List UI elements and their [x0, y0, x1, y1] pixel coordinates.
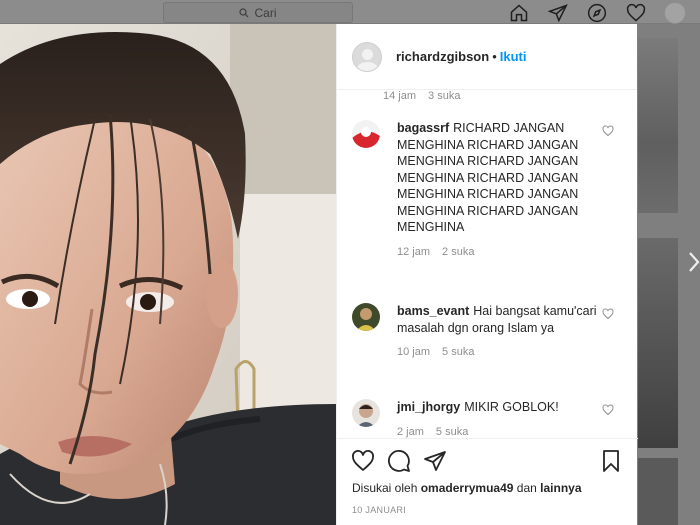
- commenter-username[interactable]: jmi_jhorgy: [397, 400, 460, 414]
- comment-time: 10 jam: [397, 346, 431, 358]
- search-placeholder: Cari: [254, 5, 277, 20]
- selfie-image: [0, 24, 336, 525]
- liked-by-summary: Disukai oleh omaderrymua49 dan lainnya: [352, 481, 582, 495]
- like-comment-heart-icon[interactable]: [602, 307, 614, 320]
- feed-thumbnail: [638, 458, 678, 525]
- comment-text-block: bams_evant Hai bangsat kamu'cari masalah …: [397, 303, 605, 336]
- search-icon: [239, 7, 249, 17]
- activity-heart-icon[interactable]: [625, 3, 647, 23]
- top-navigation-bar: Cari: [0, 0, 700, 24]
- commenter-username[interactable]: bagassrf: [397, 121, 449, 135]
- comment-likes[interactable]: 5 suka: [442, 346, 474, 358]
- list-item: bams_evant Hai bangsat kamu'cari masalah …: [352, 303, 624, 358]
- comment-likes[interactable]: 5 suka: [436, 426, 468, 438]
- home-icon[interactable]: [508, 3, 530, 23]
- follow-button[interactable]: Ikuti: [500, 49, 527, 64]
- save-bookmark-icon[interactable]: [599, 449, 623, 473]
- comment-bubble-icon[interactable]: [387, 449, 411, 473]
- post-date[interactable]: 10 JANUARI: [352, 505, 406, 515]
- post-header: richardzgibson • Ikuti: [337, 24, 637, 90]
- comment-time: 2 jam: [397, 425, 424, 438]
- post-photo: [0, 24, 336, 525]
- comment-time: 14 jam: [383, 90, 417, 102]
- commenter-avatar[interactable]: [352, 303, 380, 331]
- comments-list[interactable]: 14 jam 3 suka bagassrf RICHARD JANGAN MEN…: [337, 90, 638, 438]
- previous-comment-meta: 14 jam 3 suka: [383, 90, 460, 102]
- comment-text: MIKIR GOBLOK!: [464, 400, 559, 414]
- share-paper-plane-icon[interactable]: [423, 449, 447, 473]
- like-heart-icon[interactable]: [351, 449, 375, 473]
- liked-by-user[interactable]: omaderrymua49: [421, 481, 514, 495]
- comment-text: RICHARD JANGAN MENGHINA RICHARD JANGAN M…: [397, 121, 579, 234]
- list-item: bagassrf RICHARD JANGAN MENGHINA RICHARD …: [352, 120, 624, 258]
- post-actions: Disukai oleh omaderrymua49 dan lainnya 1…: [337, 438, 638, 525]
- author-username[interactable]: richardzgibson: [396, 49, 489, 64]
- comment-likes[interactable]: 2 suka: [442, 246, 474, 258]
- post-modal: richardzgibson • Ikuti 14 jam 3 suka bagas…: [0, 24, 638, 525]
- liked-by-others[interactable]: lainnya: [540, 481, 581, 495]
- comment-text-block: jmi_jhorgy MIKIR GOBLOK!: [397, 399, 605, 416]
- like-comment-heart-icon[interactable]: [602, 124, 614, 137]
- feed-thumbnail: [638, 38, 678, 213]
- post-details-panel: richardzgibson • Ikuti 14 jam 3 suka bagas…: [336, 24, 638, 525]
- author-avatar[interactable]: [352, 41, 382, 72]
- comment-meta: 2 jam 5 suka: [397, 426, 624, 438]
- comment-text-block: bagassrf RICHARD JANGAN MENGHINA RICHARD …: [397, 120, 605, 236]
- list-item: jmi_jhorgy MIKIR GOBLOK! 2 jam 5 suka: [352, 399, 624, 438]
- search-input[interactable]: Cari: [163, 2, 353, 23]
- commenter-avatar[interactable]: [352, 399, 380, 427]
- comment-meta: 10 jam 5 suka: [397, 346, 624, 358]
- comment-likes[interactable]: 3 suka: [428, 90, 460, 102]
- liked-by-prefix: Disukai oleh: [352, 481, 418, 495]
- feed-thumbnail: [638, 238, 678, 448]
- explore-compass-icon[interactable]: [586, 3, 608, 23]
- next-post-arrow-icon[interactable]: [688, 250, 700, 274]
- comment-meta: 12 jam 2 suka: [397, 246, 624, 258]
- commenter-username[interactable]: bams_evant: [397, 304, 469, 318]
- like-comment-heart-icon[interactable]: [602, 403, 614, 416]
- separator-dot: •: [492, 48, 497, 64]
- comment-time: 12 jam: [397, 245, 431, 258]
- profile-avatar[interactable]: [664, 2, 686, 24]
- direct-message-icon[interactable]: [547, 3, 569, 23]
- liked-by-suffix: dan: [516, 481, 537, 495]
- commenter-avatar[interactable]: [352, 120, 380, 148]
